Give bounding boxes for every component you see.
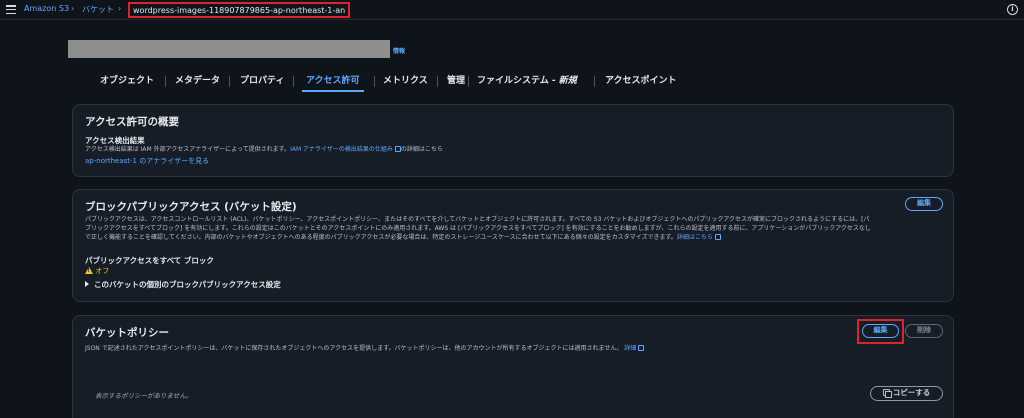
- block-public-access-title: ブロックパブリックアクセス (バケット設定): [85, 201, 297, 213]
- tab-divider: [229, 76, 230, 87]
- tab-new-badge: 新規: [558, 76, 577, 86]
- block-public-access-edit-button[interactable]: 編集: [905, 197, 943, 211]
- block-status: オフ: [85, 266, 109, 276]
- bucket-policy-title: バケットポリシー: [85, 327, 169, 339]
- tab-divider: [293, 76, 294, 87]
- info-icon[interactable]: i: [1007, 4, 1018, 15]
- access-overview-title: アクセス許可の概要: [85, 116, 179, 128]
- warning-icon: [85, 267, 93, 274]
- info-link[interactable]: 情報: [393, 46, 405, 55]
- block-public-access-desc-2: ブリックアクセスをすべてブロック] を有効にします。これらの設定はこのバケットと…: [85, 225, 871, 232]
- block-all-public-access-label: パブリックアクセスをすべて ブロック: [85, 256, 214, 265]
- no-policy-message: 表示するポリシーがありません。: [95, 392, 193, 400]
- tab-divider: [374, 76, 375, 87]
- block-public-access-desc-1: パブリックアクセスは、アクセスコントロールリスト (ACL)、バケットポリシー、…: [85, 216, 870, 223]
- tab-access-points[interactable]: アクセスポイント: [605, 70, 677, 92]
- tab-divider: [468, 76, 469, 87]
- tab-properties[interactable]: プロパティ: [240, 70, 284, 92]
- individual-settings-expander[interactable]: このバケットの個別のブロックパブリックアクセス設定: [85, 279, 281, 290]
- caret-right-icon: [85, 281, 89, 287]
- menu-icon[interactable]: [6, 5, 16, 14]
- learn-more-link[interactable]: 詳細はこちら: [677, 234, 713, 241]
- access-overview-panel: アクセス許可の概要 アクセス検出結果 アクセス検出結果は IAM 外部アクセスア…: [72, 104, 954, 177]
- chevron-right-icon: ›: [71, 4, 75, 13]
- tab-divider: [165, 76, 166, 87]
- block-public-access-panel: ブロックパブリックアクセス (バケット設定) 編集 パブリックアクセスは、アクセ…: [72, 189, 954, 302]
- access-findings-desc: アクセス検出結果は IAM 外部アクセスアナライザーによって提供されます。IAM…: [85, 145, 443, 154]
- copy-label: コピーする: [892, 388, 931, 397]
- bucket-policy-panel: バケットポリシー 編集 削除 JSON で記述されたアクセスポイントポリシーは、…: [72, 315, 954, 418]
- block-status-text: オフ: [95, 267, 110, 275]
- copy-icon: [882, 389, 892, 398]
- top-bar: Amazon S3 › バケット › wordpress-images-1189…: [0, 0, 1024, 20]
- tab-permissions[interactable]: アクセス許可: [302, 70, 364, 92]
- desc-text: アクセス検出結果は IAM 外部アクセスアナライザーによって提供されます。: [85, 146, 291, 153]
- expander-label: このバケットの個別のブロックパブリックアクセス設定: [94, 280, 281, 289]
- external-link-icon: [638, 345, 645, 351]
- desc-text: JSON で記述されたアクセスポイントポリシーは、バケットに保存されたオブジェク…: [85, 345, 623, 352]
- block-public-access-desc-3: で正しく機能することを確認してください。内部のバケットやオブジェクトへのある程度…: [85, 233, 721, 242]
- bucket-policy-edit-button[interactable]: 編集: [862, 324, 899, 338]
- tab-divider: [594, 76, 595, 87]
- copy-button[interactable]: コピーする: [870, 386, 943, 401]
- tab-divider: [437, 76, 438, 87]
- iam-analyzer-link[interactable]: IAM アナライザーの検出結果の仕組み: [290, 146, 393, 153]
- tab-file-system-label: ファイルシステム -: [477, 76, 559, 86]
- tab-metadata[interactable]: メタデータ: [175, 70, 220, 92]
- desc-text: で正しく機能することを確認してください。内部のバケットやオブジェクトへのある程度…: [85, 234, 677, 241]
- breadcrumb-buckets[interactable]: バケット: [82, 4, 114, 15]
- breadcrumb-amazon-s3[interactable]: Amazon S3: [24, 4, 69, 13]
- external-link-icon: [714, 234, 721, 240]
- bucket-policy-desc: JSON で記述されたアクセスポイントポリシーは、バケットに保存されたオブジェク…: [85, 344, 645, 353]
- chevron-right-icon: ›: [118, 4, 122, 13]
- page-title-redacted: [68, 40, 390, 58]
- tab-metrics[interactable]: メトリクス: [383, 70, 428, 92]
- bucket-policy-delete-button[interactable]: 削除: [905, 324, 943, 338]
- tab-management[interactable]: 管理: [447, 70, 465, 92]
- breadcrumb-current-bucket: wordpress-images-118907879865-ap-northea…: [128, 2, 351, 18]
- tab-file-system[interactable]: ファイルシステム - 新規: [477, 70, 577, 92]
- desc-text: の詳細はこちら: [400, 146, 443, 153]
- view-analyzer-link[interactable]: ap-northeast-1 のアナライザーを見る: [85, 156, 209, 166]
- tab-objects[interactable]: オブジェクト: [100, 70, 154, 92]
- details-link[interactable]: 詳細: [624, 345, 636, 352]
